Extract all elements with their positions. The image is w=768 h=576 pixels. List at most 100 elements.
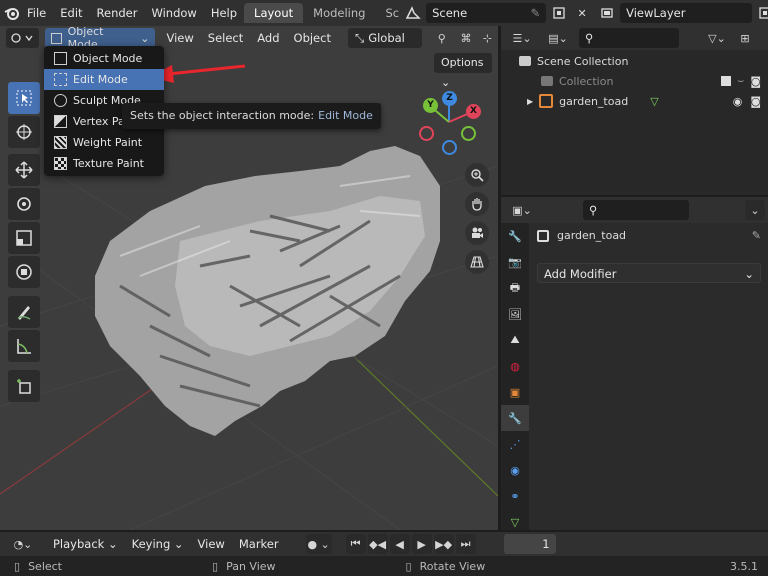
outliner-row-garden-toad[interactable]: ▶ garden_toad ▽ ◉ ◙ [527, 91, 761, 111]
menu-item-weight-paint[interactable]: Weight Paint [44, 132, 164, 153]
select-box-tool[interactable] [8, 82, 40, 114]
neg-y-axis-icon[interactable] [461, 126, 476, 141]
play-icon[interactable]: ▶ [411, 534, 432, 554]
output-tab-icon[interactable]: 🖶 [501, 275, 529, 301]
menu-view[interactable]: View [159, 28, 200, 48]
transform-tool[interactable] [8, 256, 40, 288]
y-axis-icon[interactable]: Y [423, 98, 438, 113]
menu-select[interactable]: Select [201, 28, 250, 48]
constraints-tab-icon[interactable]: ⚭ [501, 483, 529, 509]
menu-view[interactable]: View [191, 534, 232, 554]
editor-type-icon[interactable] [6, 28, 39, 48]
view-layer-tab-icon[interactable]: 🖼 [501, 301, 529, 327]
menu-playback[interactable]: Playback ⌄ [46, 534, 125, 554]
wrench-icon [537, 229, 549, 242]
tool-shelf [8, 82, 40, 404]
new-view-layer-icon[interactable] [755, 3, 768, 23]
menu-item-object-mode[interactable]: Object Mode [44, 48, 164, 69]
menu-edit[interactable]: Edit [53, 0, 89, 26]
play-reverse-icon[interactable]: ◀ [389, 534, 410, 554]
eye-hidden-icon[interactable]: ⌣ [737, 74, 744, 88]
delete-scene-icon[interactable]: ✕ [572, 3, 592, 23]
properties-tabs: 🔧 📷 🖶 🖼 ⛰ ◍ ▣ 🔧 ⋰ ◉ ⚭ ▽ [501, 223, 529, 530]
jump-start-icon[interactable]: ⏮ [345, 534, 366, 554]
mesh-data-icon[interactable]: ▽ [650, 95, 658, 108]
move-tool[interactable] [8, 154, 40, 186]
view-layer-field[interactable]: ViewLayer [620, 3, 753, 23]
blender-logo-icon[interactable] [4, 0, 20, 26]
zoom-icon[interactable] [465, 163, 489, 187]
prev-keyframe-icon[interactable]: ◆◀ [367, 534, 388, 554]
snap-icon[interactable]: ⌘ [455, 28, 476, 48]
properties-editor-icon[interactable]: ▣⌄ [507, 200, 537, 220]
record-icon[interactable]: ● ⌄ [305, 534, 332, 554]
orientation-dropdown[interactable]: ⤡ Global [347, 28, 423, 48]
menu-object[interactable]: Object [287, 28, 338, 48]
menu-keying[interactable]: Keying ⌄ [125, 534, 191, 554]
view-layer-icon[interactable] [597, 3, 617, 23]
expand-arrow-icon[interactable]: ▶ [527, 97, 533, 106]
eye-icon[interactable]: ◉ [733, 95, 743, 108]
options-dropdown[interactable]: Options ⌄ [434, 53, 492, 89]
scale-tool[interactable] [8, 222, 40, 254]
z-axis-icon[interactable]: Z [442, 91, 457, 106]
perspective-grid-icon[interactable] [465, 250, 489, 274]
mode-selector[interactable]: Object Mode ⌄ [44, 26, 156, 51]
pivot-point-icon[interactable]: ⚲ [428, 28, 455, 48]
rotate-tool[interactable] [8, 188, 40, 220]
scene-icon[interactable] [403, 3, 423, 23]
next-keyframe-icon[interactable]: ▶◆ [433, 534, 454, 554]
timeline-editor-icon[interactable]: ◔⌄ [8, 534, 38, 554]
outliner-editor-icon[interactable]: ☰⌄ [507, 28, 537, 48]
add-modifier-dropdown[interactable]: Add Modifier ⌄ [537, 263, 761, 283]
scene-tab-icon[interactable]: ⛰ [501, 327, 529, 353]
camera-view-icon[interactable] [465, 221, 489, 245]
display-mode-icon[interactable]: ▤⌄ [541, 28, 575, 48]
tab-layout[interactable]: Layout [244, 3, 304, 23]
properties-search-input[interactable]: ⚲ [583, 200, 689, 220]
menu-help[interactable]: Help [204, 0, 244, 26]
add-cube-tool[interactable] [8, 370, 40, 402]
menu-item-texture-paint[interactable]: Texture Paint [44, 153, 164, 174]
render-tab-icon[interactable]: 📷 [501, 249, 529, 275]
menu-add[interactable]: Add [250, 28, 286, 48]
outliner-row-scene-collection[interactable]: Scene Collection [519, 51, 628, 71]
menu-item-edit-mode[interactable]: Edit Mode [44, 69, 164, 90]
new-collection-icon[interactable]: ⊞ [735, 28, 755, 48]
jump-end-icon[interactable]: ⏭ [455, 534, 476, 554]
tool-tab-icon[interactable]: 🔧 [501, 223, 529, 249]
menu-render[interactable]: Render [90, 0, 145, 26]
pan-hand-icon[interactable] [465, 192, 489, 216]
menu-marker[interactable]: Marker [232, 534, 286, 554]
camera-icon[interactable]: ◙ [750, 75, 761, 88]
neg-x-axis-icon[interactable] [419, 126, 434, 141]
cursor-tool[interactable] [8, 116, 40, 148]
new-scene-icon[interactable] [549, 3, 569, 23]
annotate-tool[interactable] [8, 296, 40, 328]
current-frame-field[interactable]: 1 [503, 534, 556, 554]
pin-icon[interactable]: ✎ [530, 3, 540, 23]
modifier-tab-icon[interactable]: 🔧 [501, 405, 529, 431]
x-axis-icon[interactable]: X [466, 104, 481, 119]
scene-field[interactable]: Scene ✎ [426, 3, 547, 23]
menu-file[interactable]: File [20, 0, 53, 26]
particles-tab-icon[interactable]: ⋰ [501, 431, 529, 457]
checkbox-icon[interactable] [721, 76, 732, 86]
camera-icon[interactable]: ◙ [750, 95, 761, 108]
outliner-row-collection[interactable]: Collection ⌣ ◙ [541, 71, 761, 91]
tab-modeling[interactable]: Modeling [303, 3, 375, 23]
menu-window[interactable]: Window [144, 0, 203, 26]
chevron-down-icon[interactable]: ⌄ [745, 200, 765, 220]
proportional-edit-icon[interactable]: ⊹ [477, 28, 498, 48]
object-tab-icon[interactable]: ▣ [501, 379, 529, 405]
navigation-gizmo[interactable]: Z Y X [414, 88, 484, 158]
world-tab-icon[interactable]: ◍ [501, 353, 529, 379]
tab-sculpting[interactable]: Sc [375, 3, 401, 23]
chevron-down-icon: ⌄ [140, 31, 150, 45]
physics-tab-icon[interactable]: ◉ [501, 457, 529, 483]
measure-tool[interactable] [8, 330, 40, 362]
neg-z-axis-icon[interactable] [442, 140, 457, 155]
outliner-search-input[interactable]: ⚲ [579, 28, 679, 48]
filter-icon[interactable]: ▽⌄ [703, 28, 731, 48]
pin-icon[interactable]: ✎ [752, 229, 761, 242]
